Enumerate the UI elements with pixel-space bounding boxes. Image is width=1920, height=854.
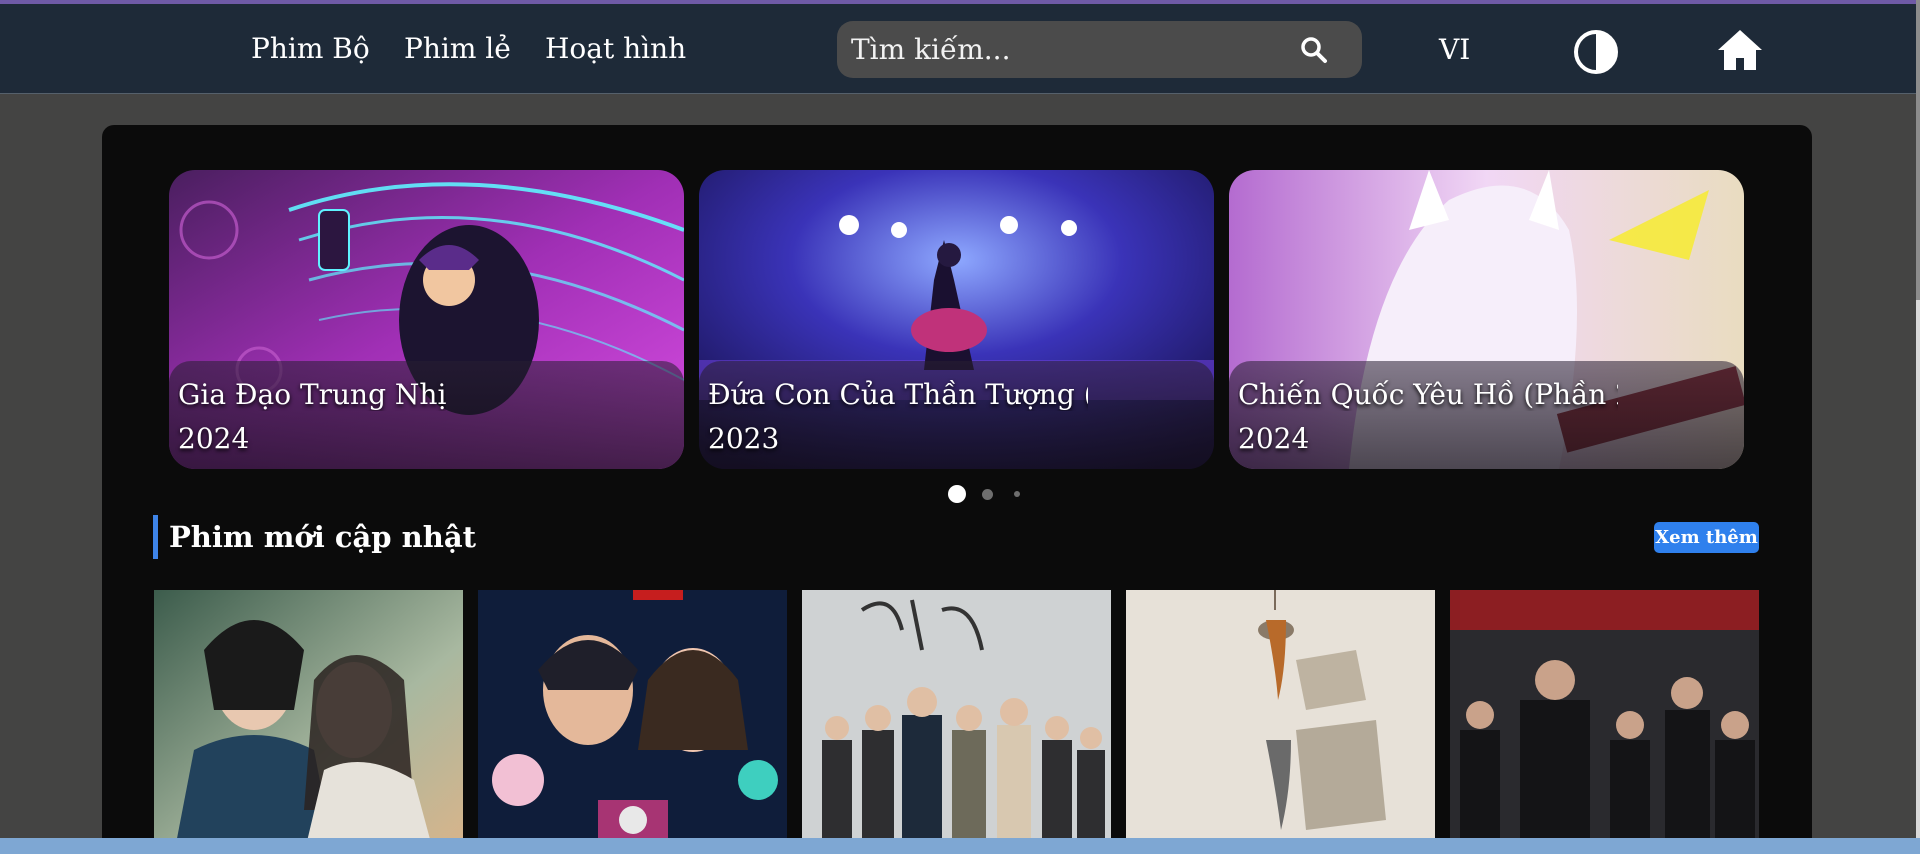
movie-poster[interactable] xyxy=(478,590,787,854)
nav-link-animation[interactable]: Hoạt hình xyxy=(545,32,686,65)
carousel-dot[interactable] xyxy=(982,489,993,500)
poster-image xyxy=(154,590,463,854)
carousel-slide[interactable]: Chiến Quốc Yêu Hồ (Phần 2) 2024 xyxy=(1229,170,1744,469)
poster-image xyxy=(1126,590,1435,854)
poster-image xyxy=(1450,590,1759,854)
language-switch[interactable]: VI xyxy=(1439,33,1470,66)
see-more-button[interactable]: Xem thêm xyxy=(1654,522,1759,553)
nav-link-series[interactable]: Phim Bộ xyxy=(251,32,370,65)
slide-title[interactable]: Chiến Quốc Yêu Hồ (Phần 2) xyxy=(1238,378,1618,411)
section-accent-bar xyxy=(153,515,158,559)
poster-image xyxy=(478,590,787,854)
search-box xyxy=(837,21,1362,78)
movie-poster[interactable] xyxy=(802,590,1111,854)
movie-poster[interactable] xyxy=(1450,590,1759,854)
search-icon[interactable] xyxy=(1299,35,1329,65)
carousel-dot[interactable] xyxy=(1014,491,1020,497)
nav-link-movies[interactable]: Phim lẻ xyxy=(404,32,511,65)
navbar: Phim Bộ Phim lẻ Hoạt hình VI xyxy=(0,4,1916,94)
contrast-icon[interactable] xyxy=(1572,28,1620,76)
poster-image xyxy=(802,590,1111,854)
carousel-dot-active[interactable] xyxy=(948,485,966,503)
taskbar-strip xyxy=(0,838,1920,854)
slide-title[interactable]: Gia Đạo Trung Nhị xyxy=(178,378,446,411)
carousel-slide[interactable]: Đứa Con Của Thần Tượng (… 2023 xyxy=(699,170,1214,469)
slide-title[interactable]: Đứa Con Của Thần Tượng (… xyxy=(708,378,1088,411)
movie-poster[interactable] xyxy=(1126,590,1435,854)
carousel-slide[interactable]: Gia Đạo Trung Nhị 2024 xyxy=(169,170,684,469)
home-icon[interactable] xyxy=(1716,26,1764,74)
slide-year: 2023 xyxy=(708,422,780,455)
slide-year: 2024 xyxy=(1238,422,1310,455)
section-title: Phim mới cập nhật xyxy=(169,520,477,554)
movie-poster[interactable] xyxy=(154,590,463,854)
search-input[interactable] xyxy=(851,31,1291,67)
slide-year: 2024 xyxy=(178,422,250,455)
scrollbar-thumb[interactable] xyxy=(1916,0,1920,300)
